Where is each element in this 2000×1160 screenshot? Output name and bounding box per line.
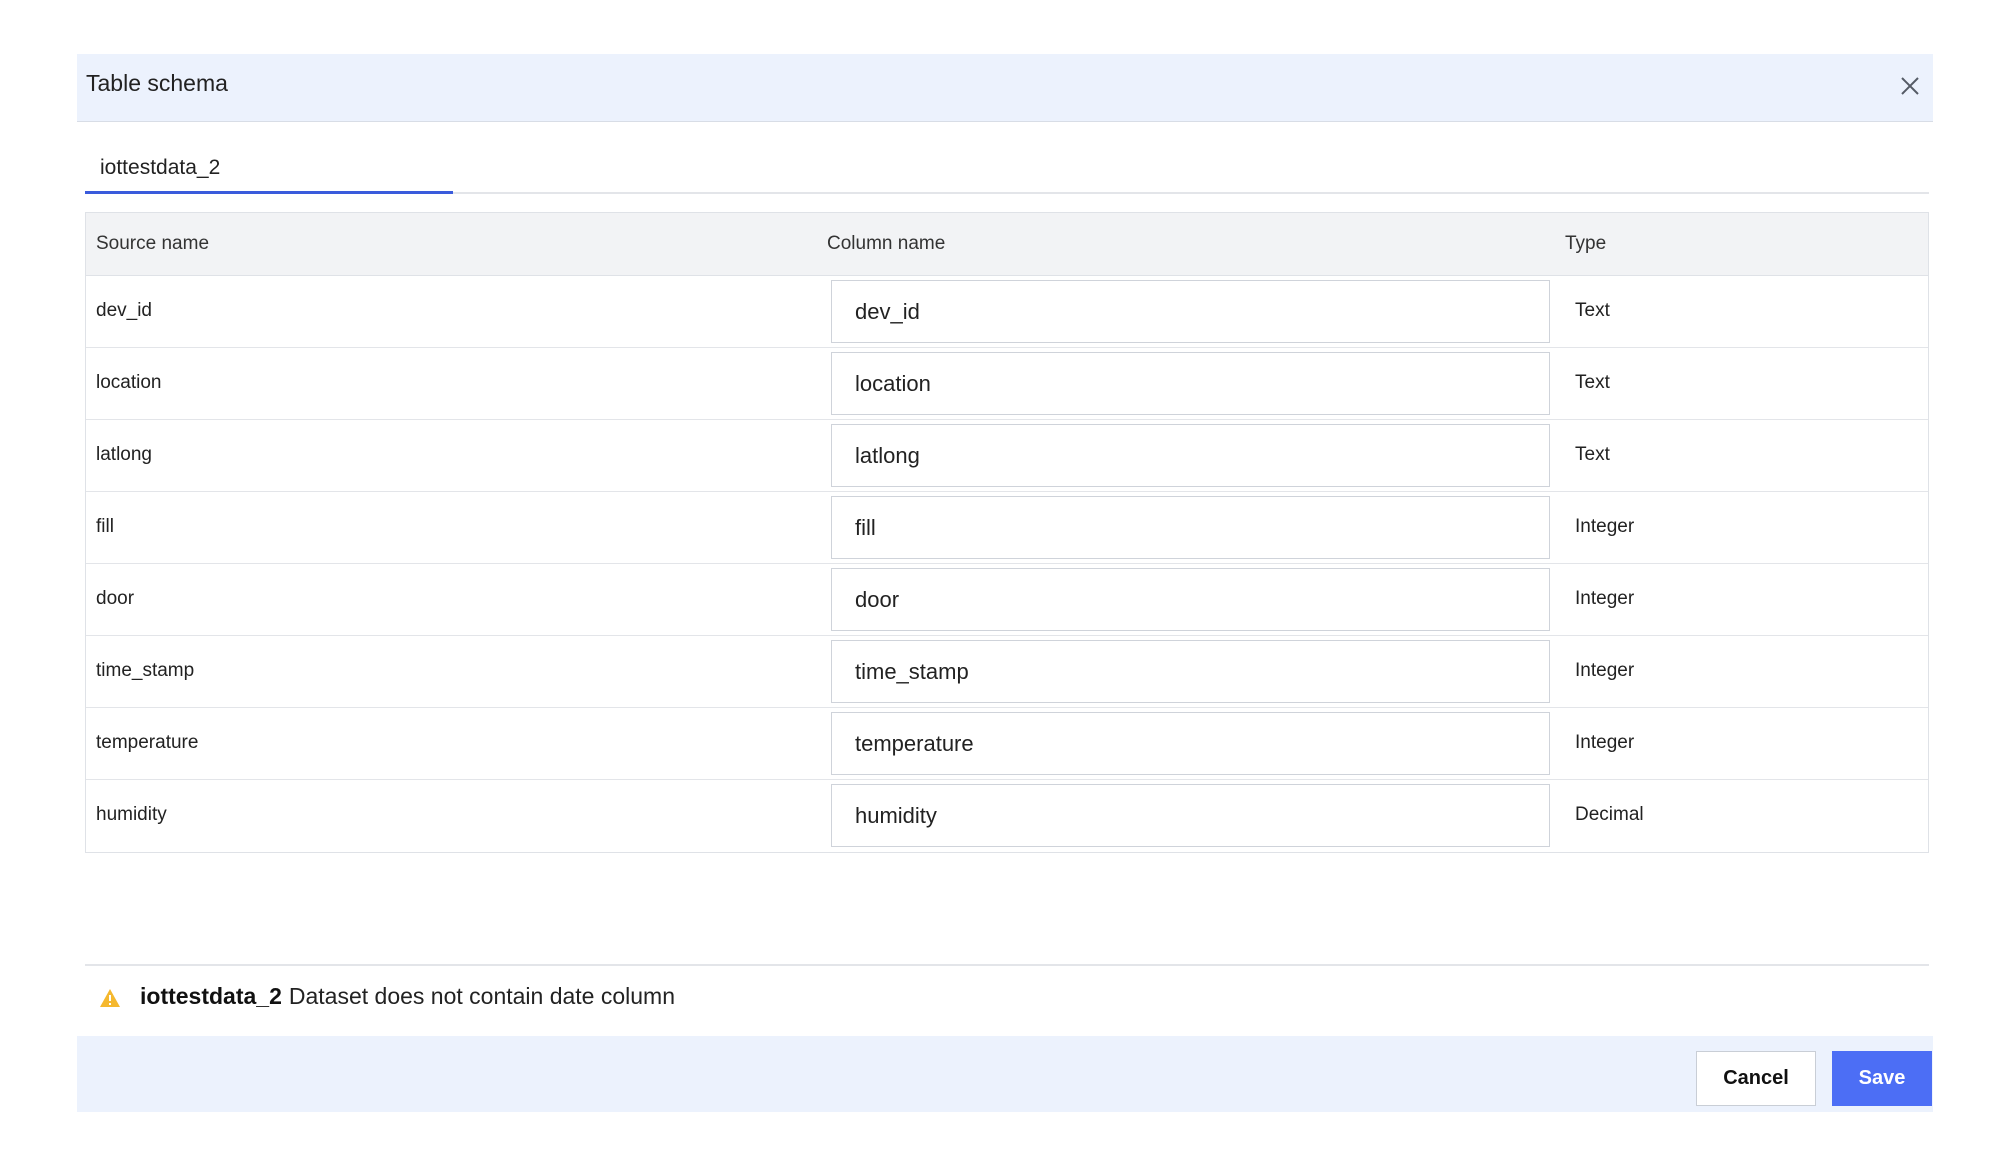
column-name-input[interactable] xyxy=(831,784,1550,847)
table-row: humidity Decimal xyxy=(86,780,1928,852)
source-name-cell: fill xyxy=(96,516,114,537)
warning-text: Dataset does not contain date column xyxy=(288,982,676,1009)
tab-iottestdata-2[interactable]: iottestdata_2 xyxy=(85,146,453,194)
type-cell: Text xyxy=(1575,372,1610,393)
column-name-input[interactable] xyxy=(831,568,1550,631)
type-cell: Integer xyxy=(1575,588,1635,609)
table-schema-dialog: Table schema iottestdata_2 Source name C… xyxy=(77,54,1933,1112)
tab-bar: iottestdata_2 xyxy=(85,146,1929,194)
dialog-title: Table schema xyxy=(86,70,228,96)
type-cell: Text xyxy=(1575,444,1610,465)
table-row: temperature Integer xyxy=(86,708,1928,780)
source-name-cell: time_stamp xyxy=(96,660,195,681)
type-cell: Integer xyxy=(1575,660,1635,681)
type-cell: Text xyxy=(1575,300,1610,321)
warning-message: iottestdata_2 Dataset does not contain d… xyxy=(99,978,675,1014)
table-row: time_stamp Integer xyxy=(86,636,1928,708)
header-column-name: Column name xyxy=(827,233,946,254)
source-name-cell: door xyxy=(96,588,135,609)
cancel-button[interactable]: Cancel xyxy=(1696,1051,1816,1106)
type-cell: Decimal xyxy=(1575,804,1644,825)
schema-table: Source name Column name Type dev_id Text… xyxy=(85,212,1929,853)
table-row: fill Integer xyxy=(86,492,1928,564)
column-name-input[interactable] xyxy=(831,640,1550,703)
table-row: dev_id Text xyxy=(86,276,1928,348)
table-header: Source name Column name Type xyxy=(86,213,1928,276)
warning-icon xyxy=(99,987,121,1009)
source-name-cell: latlong xyxy=(96,444,152,465)
header-source-name: Source name xyxy=(96,233,210,254)
column-name-input[interactable] xyxy=(831,712,1550,775)
table-row: latlong Text xyxy=(86,420,1928,492)
table-row: location Text xyxy=(86,348,1928,420)
table-row: door Integer xyxy=(86,564,1928,636)
footer-divider xyxy=(85,964,1929,966)
source-name-cell: humidity xyxy=(96,804,167,825)
dialog-header: Table schema xyxy=(77,54,1933,122)
source-name-cell: location xyxy=(96,372,162,393)
column-name-input[interactable] xyxy=(831,424,1550,487)
column-name-input[interactable] xyxy=(831,496,1550,559)
column-name-input[interactable] xyxy=(831,352,1550,415)
warning-dataset-name: iottestdata_2 xyxy=(140,982,282,1009)
type-cell: Integer xyxy=(1575,516,1635,537)
tab-label: iottestdata_2 xyxy=(100,156,221,179)
save-button[interactable]: Save xyxy=(1832,1051,1932,1106)
type-cell: Integer xyxy=(1575,732,1635,753)
source-name-cell: dev_id xyxy=(96,300,152,321)
source-name-cell: temperature xyxy=(96,732,199,753)
dialog-actions: Cancel Save xyxy=(77,1036,1933,1112)
header-type: Type xyxy=(1565,233,1607,254)
column-name-input[interactable] xyxy=(831,280,1550,343)
close-icon[interactable] xyxy=(1896,72,1924,100)
